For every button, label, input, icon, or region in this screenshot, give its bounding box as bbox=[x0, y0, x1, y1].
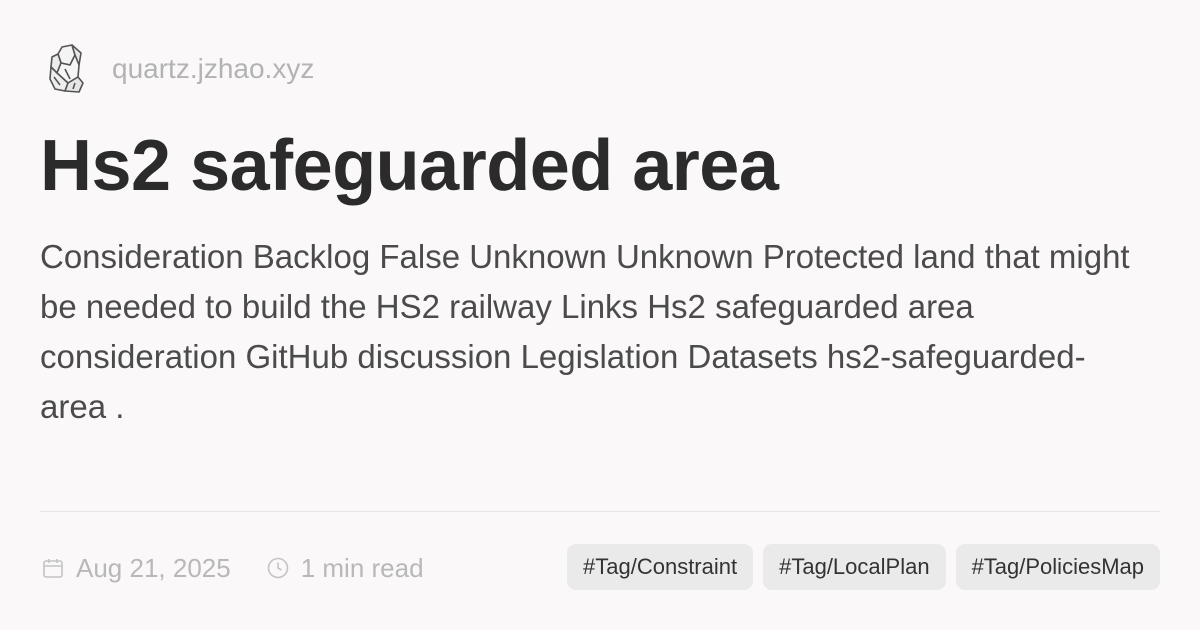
tag-localplan[interactable]: #Tag/LocalPlan bbox=[763, 544, 946, 590]
page-title: Hs2 safeguarded area bbox=[40, 126, 779, 206]
page-description: Consideration Backlog False Unknown Unkn… bbox=[40, 238, 1130, 425]
page-meta: Aug 21, 2025 1 min read bbox=[40, 544, 424, 592]
tag-constraint[interactable]: #Tag/Constraint bbox=[567, 544, 754, 590]
crystal-logo-icon[interactable] bbox=[46, 42, 88, 96]
calendar-icon bbox=[40, 555, 66, 581]
reading-time-text: 1 min read bbox=[300, 552, 424, 583]
clock-icon bbox=[265, 555, 291, 581]
site-name[interactable]: quartz.jzhao.xyz bbox=[112, 55, 314, 83]
site-header: quartz.jzhao.xyz bbox=[46, 40, 314, 98]
tag-policiesmap[interactable]: #Tag/PoliciesMap bbox=[955, 544, 1160, 590]
og-card: quartz.jzhao.xyz Hs2 safeguarded area Co… bbox=[0, 0, 1200, 630]
publish-date: Aug 21, 2025 bbox=[40, 553, 231, 584]
divider bbox=[40, 511, 1160, 512]
publish-date-text: Aug 21, 2025 bbox=[76, 552, 231, 583]
tag-list: #Tag/Constraint #Tag/LocalPlan #Tag/Poli… bbox=[567, 544, 1160, 590]
reading-time: 1 min read bbox=[265, 553, 424, 584]
